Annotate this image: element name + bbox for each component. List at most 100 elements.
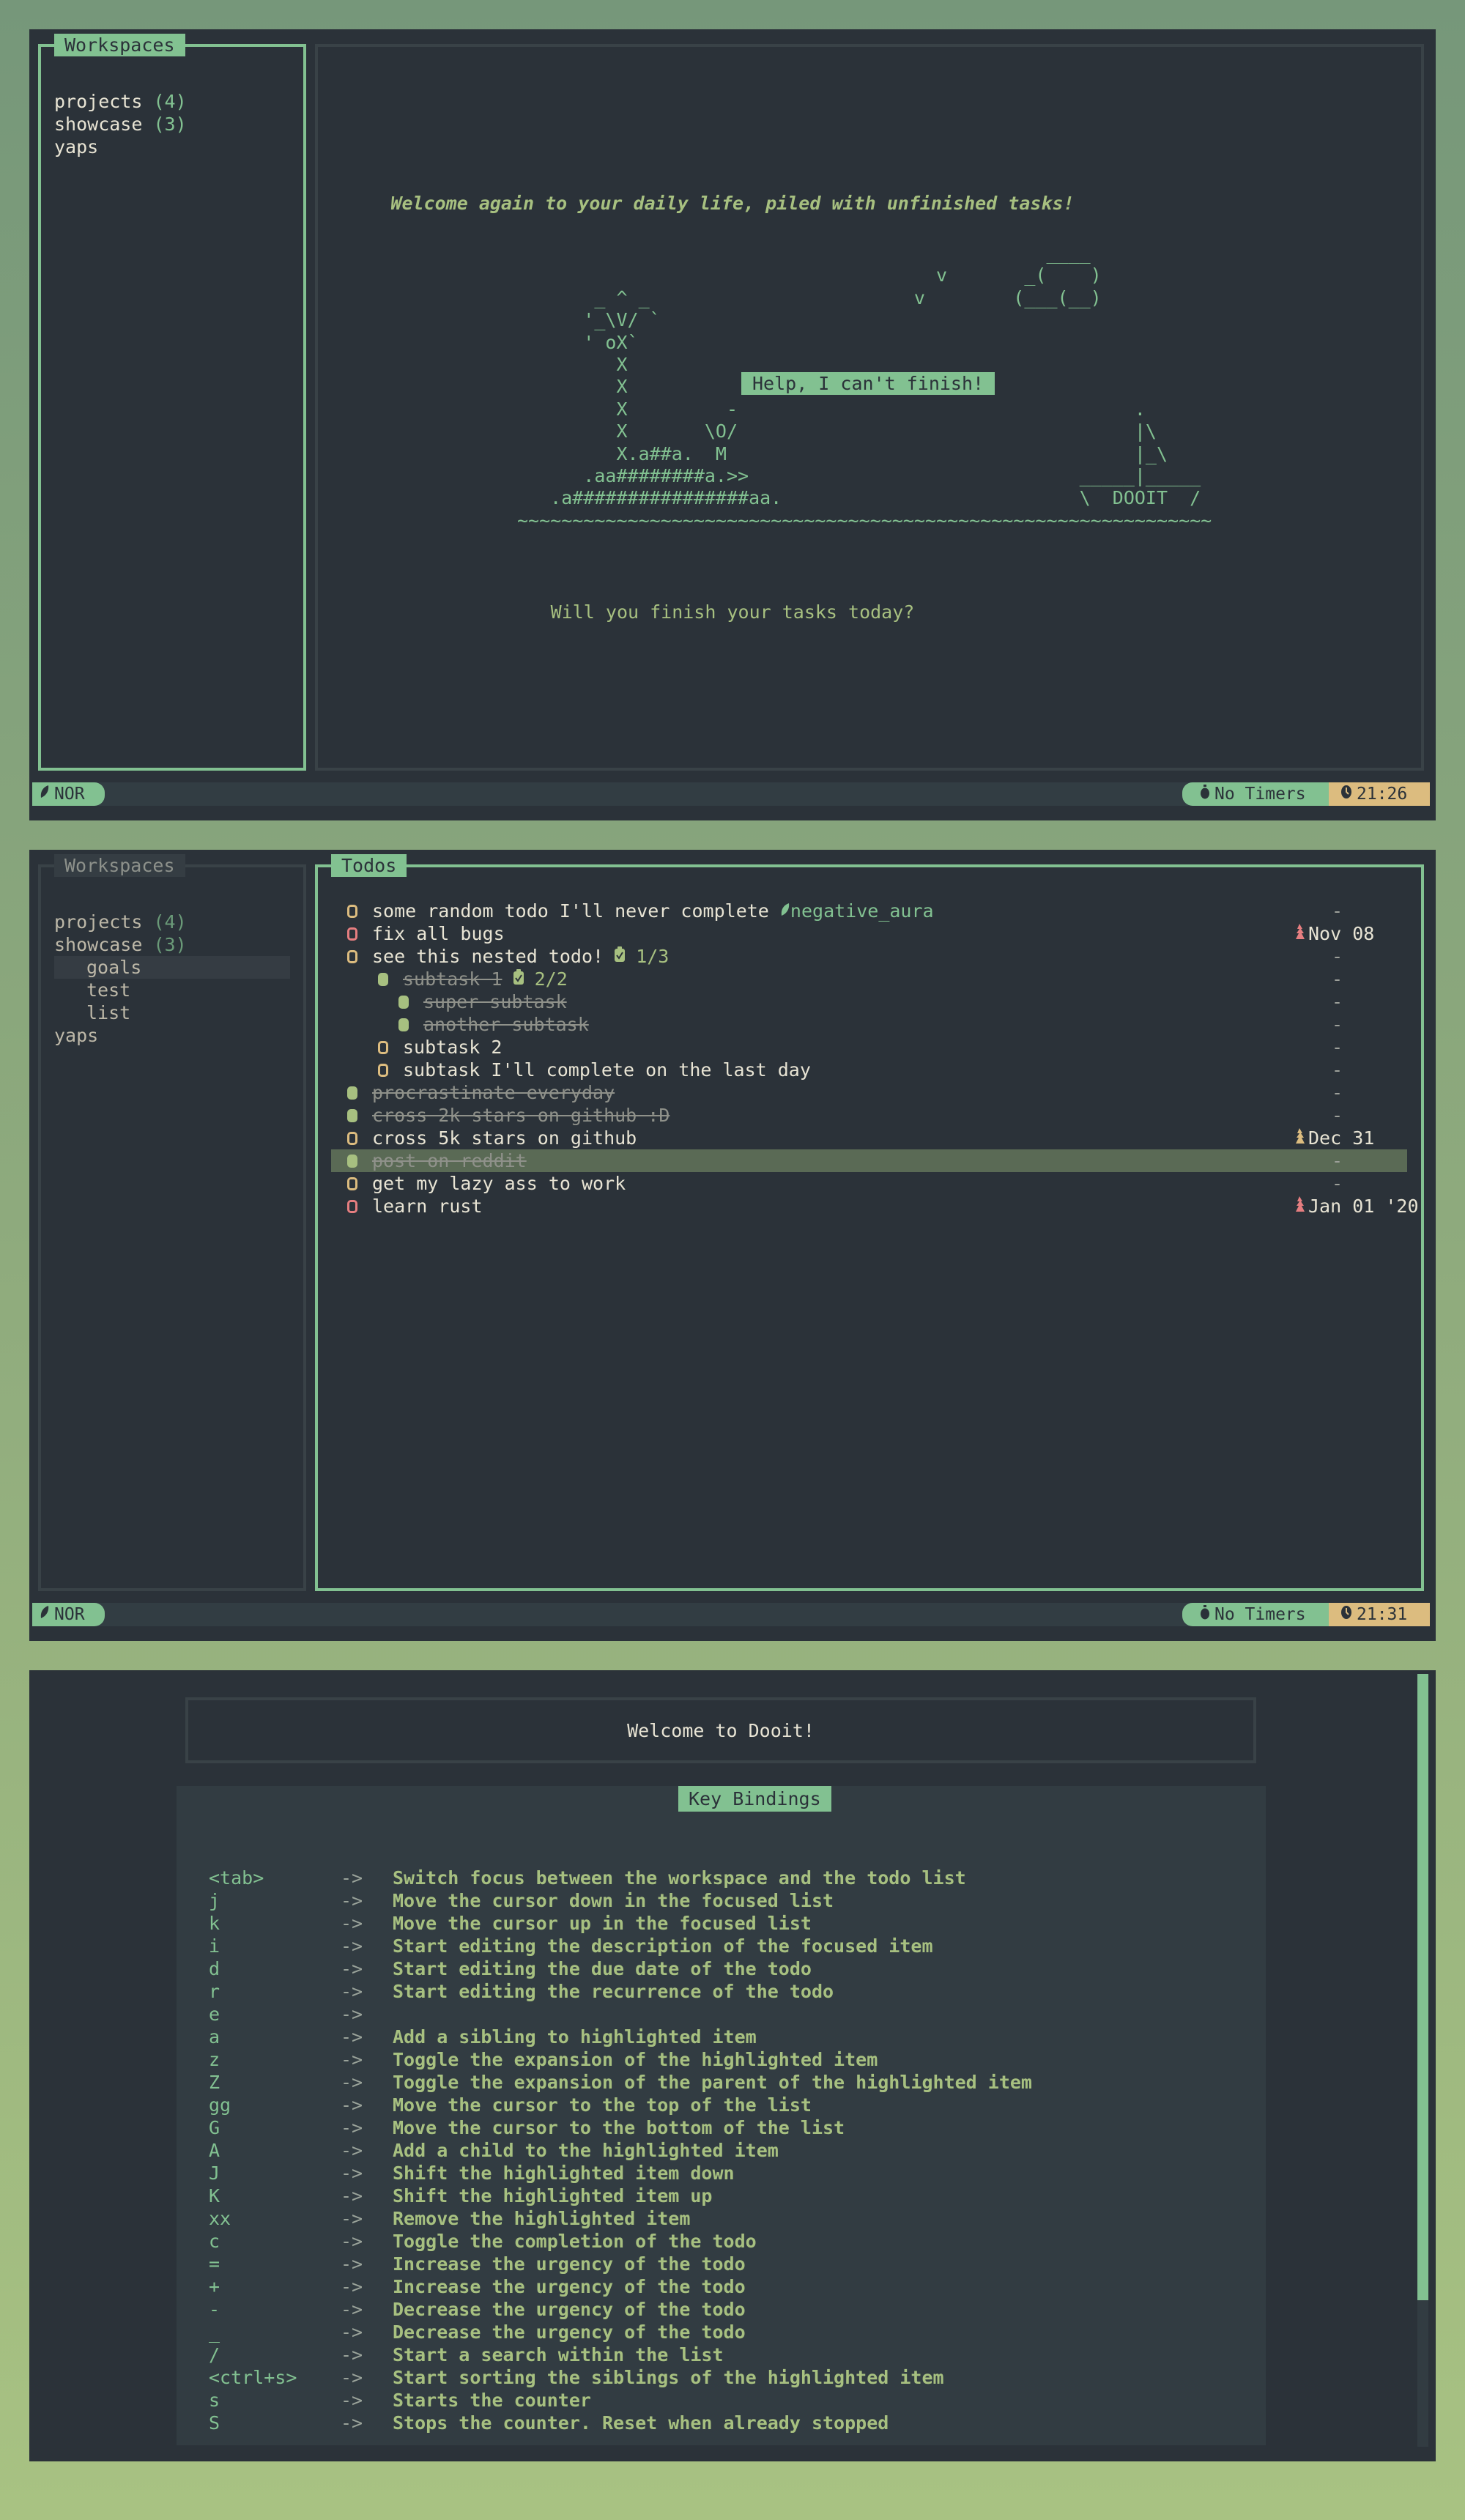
keybindings-panel: Key Bindings <tab>->Switch focus between… bbox=[177, 1786, 1266, 2445]
scrollbar[interactable] bbox=[1417, 1674, 1428, 2447]
keybinding-description: Decrease the urgency of the todo bbox=[393, 2321, 746, 2343]
question-text: Will you finish your tasks today? bbox=[29, 601, 1436, 623]
todo-row[interactable]: procrastinate everyday- bbox=[331, 1081, 1407, 1104]
checkbox-unchecked[interactable] bbox=[347, 950, 357, 963]
keybinding-description: Shift the highlighted item up bbox=[393, 2184, 713, 2207]
todo-row[interactable]: post on reddit- bbox=[331, 1149, 1407, 1172]
checkbox-checked[interactable] bbox=[398, 1018, 409, 1031]
clock-icon bbox=[1340, 1603, 1352, 1626]
todo-row[interactable]: super subtask- bbox=[331, 990, 1407, 1013]
workspace-item-yaps[interactable]: yaps bbox=[54, 136, 98, 158]
help-label: Help, I can't finish! bbox=[741, 372, 995, 395]
keybinding-key: K bbox=[209, 2184, 220, 2207]
checkbox-unchecked[interactable] bbox=[347, 1132, 357, 1145]
due-date-empty[interactable]: - bbox=[1332, 900, 1343, 922]
arrow-icon: -> bbox=[341, 2412, 363, 2434]
due-date-empty[interactable]: - bbox=[1332, 990, 1343, 1013]
checkbox-unchecked[interactable] bbox=[378, 1064, 388, 1077]
keybinding-description: Toggle the expansion of the highlighted … bbox=[393, 2048, 878, 2071]
workspace-item-goals[interactable]: goals bbox=[54, 956, 290, 979]
due-date-empty[interactable]: - bbox=[1332, 1013, 1343, 1036]
due-date-empty[interactable]: - bbox=[1332, 1104, 1343, 1127]
mode-label: NOR bbox=[54, 782, 85, 806]
todo-item: cross 2k stars on github :D bbox=[372, 1104, 670, 1127]
ascii-art-line: ~~~~~~~~~~~~~~~~~~~~~~~~~~~~~~~~~~~~~~~~… bbox=[517, 510, 1212, 531]
due-date-text: Dec 31 bbox=[1308, 1127, 1374, 1149]
checkbox-unchecked[interactable] bbox=[347, 927, 357, 941]
workspace-count: (4) bbox=[153, 911, 186, 933]
checkbox-unchecked[interactable] bbox=[347, 905, 357, 918]
todo-row[interactable]: learn rustJan 01 '20 bbox=[331, 1195, 1407, 1218]
checkbox-checked[interactable] bbox=[347, 1109, 357, 1122]
todo-row[interactable]: cross 5k stars on github Dec 31 bbox=[331, 1127, 1407, 1149]
arrow-icon: -> bbox=[341, 2253, 363, 2275]
todo-row[interactable]: another subtask- bbox=[331, 1013, 1407, 1036]
todo-row[interactable]: fix all bugs Nov 08 bbox=[331, 922, 1407, 945]
todo-item: cross 5k stars on github bbox=[372, 1127, 637, 1149]
leaf-icon bbox=[780, 900, 790, 922]
workspace-item-projects[interactable]: projects (4) bbox=[54, 911, 187, 933]
timers-indicator[interactable]: No Timers bbox=[1182, 782, 1329, 806]
due-date-empty[interactable]: - bbox=[1332, 1149, 1343, 1172]
mode-indicator: NOR bbox=[32, 1603, 105, 1626]
workspace-item-showcase[interactable]: showcase (3) bbox=[54, 113, 187, 136]
stopwatch-icon bbox=[1200, 782, 1210, 806]
keybindings-title: Key Bindings bbox=[678, 1786, 831, 1812]
keybinding-key: - bbox=[209, 2298, 220, 2321]
todo-row[interactable]: subtask 1 2/2- bbox=[331, 968, 1407, 990]
todo-row[interactable]: cross 2k stars on github :D - bbox=[331, 1104, 1407, 1127]
keybinding-description: Toggle the completion of the todo bbox=[393, 2230, 757, 2253]
todo-description: cross 2k stars on github :D bbox=[372, 1105, 670, 1126]
keybinding-description: Start sorting the siblings of the highli… bbox=[393, 2366, 944, 2389]
urgency-icon bbox=[1295, 1127, 1308, 1149]
arrow-icon: -> bbox=[341, 2275, 363, 2298]
due-date-empty[interactable]: - bbox=[1332, 945, 1343, 968]
welcome-message: Welcome again to your daily life, piled … bbox=[29, 193, 1436, 214]
scrollbar-thumb[interactable] bbox=[1417, 1674, 1428, 2300]
arrow-icon: -> bbox=[341, 2366, 363, 2389]
due-date[interactable]: Nov 08 bbox=[1295, 922, 1374, 945]
todo-row[interactable]: get my lazy ass to work- bbox=[331, 1172, 1407, 1195]
workspace-item-showcase[interactable]: showcase (3) bbox=[54, 933, 187, 956]
checkbox-checked[interactable] bbox=[347, 1086, 357, 1100]
due-date-empty[interactable]: - bbox=[1332, 1036, 1343, 1059]
due-date-empty[interactable]: - bbox=[1332, 1081, 1343, 1104]
workspace-item-test[interactable]: test bbox=[86, 979, 130, 1001]
ascii-art-line: X - . bbox=[517, 399, 1146, 420]
due-date-empty[interactable]: - bbox=[1332, 968, 1343, 990]
todo-description: see this nested todo! bbox=[372, 946, 604, 967]
checkbox-checked[interactable] bbox=[378, 973, 388, 986]
due-date[interactable]: Jan 01 '20 bbox=[1295, 1195, 1419, 1218]
todo-item: fix all bugs bbox=[372, 922, 505, 945]
keybinding-description: Increase the urgency of the todo bbox=[393, 2275, 746, 2298]
todo-item: subtask 2 bbox=[403, 1036, 502, 1059]
todo-description: cross 5k stars on github bbox=[372, 1127, 637, 1149]
clock-time: 21:31 bbox=[1357, 1603, 1407, 1626]
workspaces-title: Workspaces bbox=[54, 34, 185, 56]
todo-row[interactable]: some random todo I'll never complete neg… bbox=[331, 900, 1407, 922]
arrow-icon: -> bbox=[341, 2230, 363, 2253]
checkbox-checked[interactable] bbox=[347, 1155, 357, 1168]
clock-time: 21:26 bbox=[1357, 782, 1407, 806]
todo-tag[interactable]: negative_aura bbox=[790, 900, 934, 922]
checkbox-unchecked[interactable] bbox=[347, 1200, 357, 1213]
todo-row[interactable]: subtask 2 - bbox=[331, 1036, 1407, 1059]
checkbox-unchecked[interactable] bbox=[378, 1041, 388, 1054]
workspace-item-projects[interactable]: projects (4) bbox=[54, 90, 187, 113]
checkbox-checked[interactable] bbox=[398, 996, 409, 1009]
due-date-empty[interactable]: - bbox=[1332, 1172, 1343, 1195]
timers-indicator[interactable]: No Timers bbox=[1182, 1603, 1329, 1626]
arrow-icon: -> bbox=[341, 2003, 363, 2026]
workspace-item-list[interactable]: list bbox=[86, 1001, 130, 1024]
todo-row[interactable]: subtask I'll complete on the last day- bbox=[331, 1059, 1407, 1081]
stopwatch-icon bbox=[1200, 1603, 1210, 1626]
todos-screen: projects (4)showcase (3)goalstestlistyap… bbox=[29, 850, 1436, 1641]
urgency-icon bbox=[1295, 923, 1308, 944]
due-date[interactable]: Dec 31 bbox=[1295, 1127, 1374, 1149]
todo-row[interactable]: see this nested todo! 1/3- bbox=[331, 945, 1407, 968]
checkbox-unchecked[interactable] bbox=[347, 1177, 357, 1190]
clock: 21:26 bbox=[1329, 782, 1430, 806]
due-date-empty[interactable]: - bbox=[1332, 1059, 1343, 1081]
arrow-icon: -> bbox=[341, 1912, 363, 1935]
workspace-item-yaps[interactable]: yaps bbox=[54, 1024, 98, 1047]
